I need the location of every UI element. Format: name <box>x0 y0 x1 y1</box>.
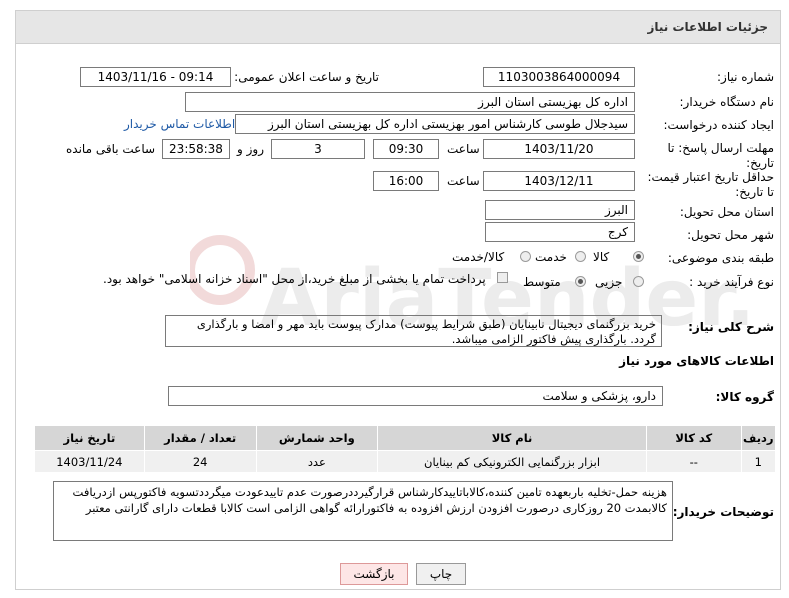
page-title: جزئیات اطلاعات نیاز <box>647 20 768 34</box>
purchase-option-medium: متوسط <box>523 275 561 289</box>
print-button[interactable]: چاپ <box>416 563 466 585</box>
province-label: استان محل تحویل: <box>679 205 774 219</box>
category-radio-goods-service[interactable] <box>520 251 531 262</box>
col-qty: تعداد / مقدار <box>143 425 257 451</box>
goods-group-label: گروه کالا: <box>715 390 774 404</box>
request-creator-value: سیدجلال طوسی کارشناس امور بهزیستی اداره … <box>235 114 635 134</box>
goods-group-value: دارو، پزشکی و سلامت <box>168 386 663 406</box>
purchase-radio-minor[interactable] <box>633 276 644 287</box>
validity-date-value: 1403/12/11 <box>483 171 635 191</box>
contact-info-link[interactable]: اطلاعات تماس خریدار <box>124 117 235 131</box>
purchase-radio-medium[interactable] <box>575 276 586 287</box>
panel-header: جزئیات اطلاعات نیاز <box>15 10 781 44</box>
category-option-service: خدمت <box>535 250 567 264</box>
reply-time-label: ساعت <box>447 142 480 156</box>
reply-deadline-label: مهلت ارسال پاسخ: تا تاریخ: <box>667 141 774 170</box>
reply-date-value: 1403/11/20 <box>483 139 635 159</box>
city-label: شهر محل تحویل: <box>687 228 774 242</box>
validity-time-value: 16:00 <box>373 171 439 191</box>
cell-unit: عدد <box>255 450 379 473</box>
purchase-option-minor: جزیی <box>595 275 623 289</box>
time-left-value: 23:58:38 <box>162 139 230 159</box>
back-button[interactable]: بازگشت <box>340 563 408 585</box>
buyer-notes-value: هزینه حمل-تخلیه باربعهده تامین کننده،کال… <box>53 481 673 541</box>
cell-code: -- <box>645 450 742 473</box>
category-option-goods: کالا <box>593 250 610 264</box>
cell-row: 1 <box>740 450 777 473</box>
request-creator-label: ایجاد کننده درخواست: <box>663 118 774 132</box>
need-number-value: 1103003864000094 <box>483 67 635 87</box>
col-code: کد کالا <box>645 425 742 451</box>
col-need-date: تاریخ نیاز <box>34 425 145 451</box>
buyer-org-label: نام دستگاه خریدار: <box>679 95 775 109</box>
treasury-payment-checkbox[interactable] <box>497 272 508 283</box>
col-name: نام کالا <box>377 425 647 451</box>
table-row: 1 -- ابزار بزرگنمایی الکترونیکی کم بینای… <box>34 450 777 473</box>
goods-table: ردیف کد کالا نام کالا واحد شمارش تعداد /… <box>34 425 777 473</box>
price-validity-label: حداقل تاریخ اعتبار قیمت: تا تاریخ: <box>647 170 774 199</box>
category-label: طبقه بندی موضوعی: <box>667 251 774 265</box>
hours-left-label: ساعت باقی مانده <box>66 142 156 156</box>
province-value: البرز <box>485 200 635 220</box>
need-number-label: شماره نیاز: <box>717 70 774 84</box>
cell-name: ابزار بزرگنمایی الکترونیکی کم بینایان <box>377 450 647 473</box>
category-radio-service[interactable] <box>575 251 586 262</box>
buyer-notes-label: توضیحات خریدار: <box>672 505 774 519</box>
goods-info-heading: اطلاعات کالاهای مورد نیاز <box>619 354 774 368</box>
reply-time-value: 09:30 <box>373 139 439 159</box>
category-option-goods-service: کالا/خدمت <box>452 250 505 264</box>
category-radio-goods[interactable] <box>633 251 644 262</box>
buyer-org-value: اداره کل بهزیستی استان البرز <box>185 92 635 112</box>
col-unit: واحد شمارش <box>255 425 379 451</box>
city-value: کرج <box>485 222 635 242</box>
announce-datetime-value: 1403/11/16 - 09:14 <box>80 67 231 87</box>
purchase-type-label: نوع فرآیند خرید : <box>689 275 774 289</box>
col-row: ردیف <box>740 425 777 451</box>
validity-time-label: ساعت <box>447 174 480 188</box>
days-and-label: روز و <box>237 142 264 156</box>
cell-qty: 24 <box>143 450 257 473</box>
table-header-row: ردیف کد کالا نام کالا واحد شمارش تعداد /… <box>34 425 777 451</box>
days-left-value: 3 <box>271 139 365 159</box>
general-desc-label: شرح کلی نیاز: <box>688 320 774 334</box>
treasury-payment-note: پرداخت تمام یا بخشی از مبلغ خرید،از محل … <box>103 272 486 286</box>
announce-datetime-label: تاریخ و ساعت اعلان عمومی: <box>234 70 379 84</box>
cell-need-date: 1403/11/24 <box>34 450 145 473</box>
general-desc-value: خرید بزرگنمای دیجیتال نابینایان (طبق شرا… <box>165 315 662 347</box>
